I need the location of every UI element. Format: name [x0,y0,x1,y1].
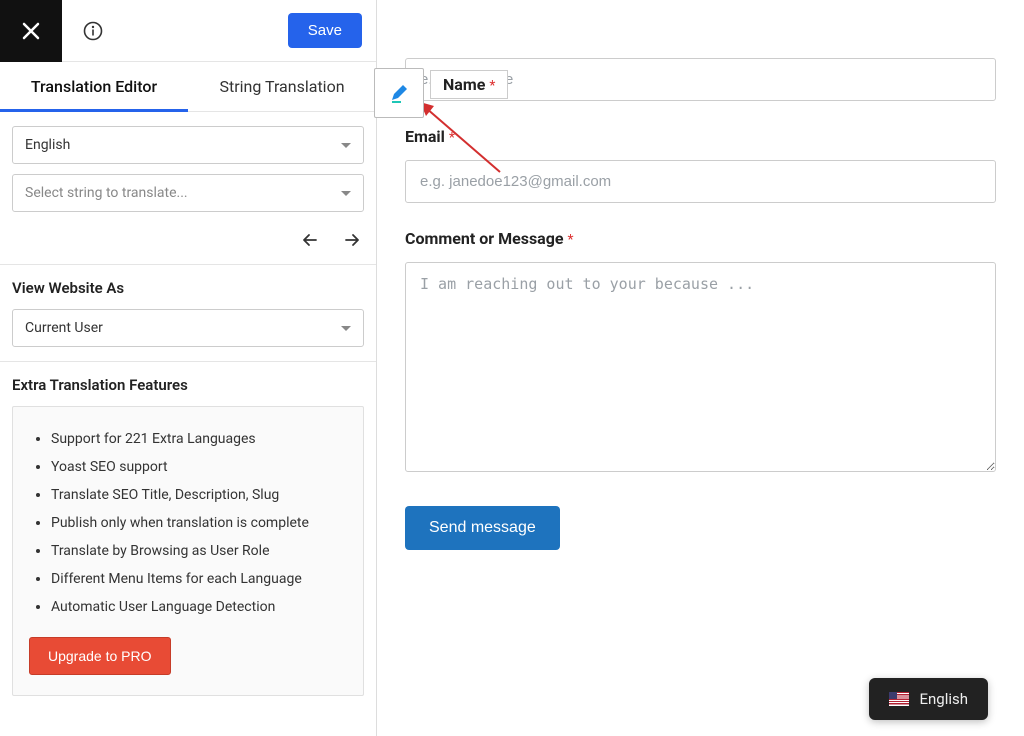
sidebar: Save Translation Editor String Translati… [0,0,377,736]
language-select-value: English [25,137,70,153]
close-button[interactable] [0,0,62,62]
language-select[interactable]: English [12,126,364,164]
list-item: Automatic User Language Detection [51,593,347,621]
message-label: Comment or Message [405,229,564,248]
string-select-placeholder: Select string to translate... [25,185,188,201]
required-marker: * [449,130,455,146]
history-controls [0,226,376,264]
email-input[interactable] [405,160,996,203]
topbar: Save [0,0,376,62]
list-item: Publish only when translation is complet… [51,509,347,537]
tabs: Translation Editor String Translation [0,62,376,112]
close-icon [21,21,41,41]
redo-button[interactable] [340,232,360,252]
language-switcher-label: English [919,690,968,708]
name-label: Name [443,75,485,94]
submit-button[interactable]: Send message [405,506,560,550]
us-flag-icon [889,692,909,706]
message-group: Comment or Message* [405,229,996,476]
list-item: Different Menu Items for each Language [51,565,347,593]
features-box: Support for 221 Extra Languages Yoast SE… [12,406,364,696]
message-textarea[interactable] [405,262,996,472]
edit-handle[interactable] [374,68,424,118]
undo-button[interactable] [302,232,322,252]
undo-icon [302,232,322,248]
chevron-down-icon [341,326,351,331]
string-select[interactable]: Select string to translate... [12,174,364,212]
email-label: Email [405,127,445,146]
tab-translation-editor[interactable]: Translation Editor [0,62,188,111]
view-as-select[interactable]: Current User [12,309,364,347]
features-section: Extra Translation Features Support for 2… [0,362,376,710]
required-marker: * [568,232,574,248]
chevron-down-icon [341,191,351,196]
required-marker: * [489,78,495,94]
view-as-value: Current User [25,320,103,336]
language-switcher[interactable]: English [869,678,988,720]
list-item: Yoast SEO support [51,453,347,481]
features-title: Extra Translation Features [12,376,364,394]
list-item: Support for 221 Extra Languages [51,425,347,453]
info-icon [83,21,103,41]
tab-string-translation[interactable]: String Translation [188,62,376,111]
view-as-title: View Website As [12,279,364,297]
save-button[interactable]: Save [288,13,362,48]
upgrade-button[interactable]: Upgrade to PRO [29,637,171,675]
info-button[interactable] [62,0,124,62]
email-group: Email* [405,127,996,203]
language-section: English Select string to translate... [0,112,376,226]
redo-icon [340,232,360,248]
preview-pane: Email* Comment or Message* Send message [377,0,1024,736]
list-item: Translate SEO Title, Description, Slug [51,481,347,509]
name-label-box: Name* [430,70,508,99]
chevron-down-icon [341,143,351,148]
features-list: Support for 221 Extra Languages Yoast SE… [29,425,347,621]
pencil-icon [388,82,410,104]
view-as-section: View Website As Current User [0,265,376,361]
list-item: Translate by Browsing as User Role [51,537,347,565]
